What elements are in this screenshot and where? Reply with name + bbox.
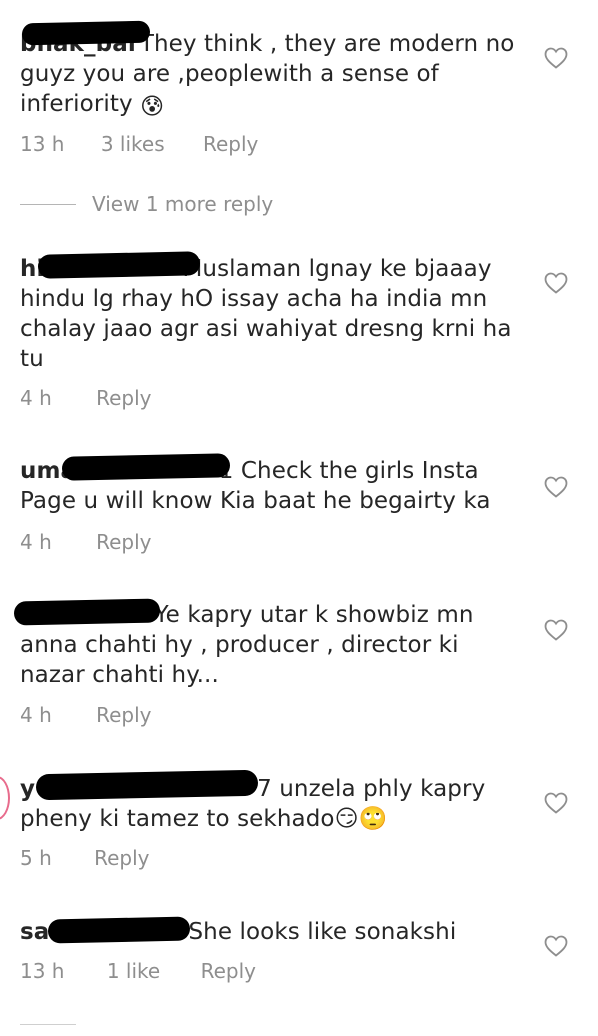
smirk-eyeroll-emoji: 😏🙄 (334, 806, 388, 832)
heart-outline-icon[interactable] (544, 935, 568, 957)
comment-time: 5 h (20, 846, 52, 870)
comment-meta: 4 h Reply (20, 386, 152, 410)
view-more-label[interactable]: View 1 more reply (92, 192, 273, 216)
comment-time: 4 h (20, 703, 52, 727)
comment-meta: 4 h Reply (20, 703, 152, 727)
reply-button[interactable]: Reply (96, 530, 151, 554)
comment-meta: 5 h Reply (20, 846, 150, 870)
comment-meta: 13 h 1 like Reply (20, 959, 256, 983)
reply-button[interactable]: Reply (96, 703, 151, 727)
redaction-mark (61, 453, 231, 481)
redaction-mark (21, 20, 151, 46)
comment-time: 13 h (20, 959, 65, 983)
avatar-ring (0, 776, 10, 820)
comment-meta: 13 h 3 likes Reply (20, 132, 258, 156)
comment-username[interactable]: y (20, 776, 35, 802)
reply-button[interactable]: Reply (201, 959, 256, 983)
divider-line (20, 1024, 76, 1025)
redaction-mark (13, 598, 161, 626)
comment-time: 4 h (20, 530, 52, 554)
comment-time: 4 h (20, 386, 52, 410)
heart-outline-icon[interactable] (544, 619, 568, 641)
comment-time: 13 h (20, 132, 65, 156)
comment-likes[interactable]: 3 likes (101, 132, 165, 156)
heart-outline-icon[interactable] (544, 476, 568, 498)
comment-likes[interactable]: 1 like (107, 959, 160, 983)
reply-button[interactable]: Reply (96, 386, 151, 410)
redaction-mark (47, 916, 191, 944)
reply-button[interactable]: Reply (203, 132, 258, 156)
heart-outline-icon[interactable] (544, 792, 568, 814)
heart-outline-icon[interactable] (544, 272, 568, 294)
redaction-mark (37, 251, 201, 279)
reply-button[interactable]: Reply (94, 846, 149, 870)
view-more-replies[interactable]: View 1 more reply (20, 190, 273, 218)
comment-meta: 4 h Reply (20, 530, 152, 554)
redaction-mark (35, 769, 259, 801)
view-more-replies-partial[interactable] (20, 1016, 320, 1036)
fearful-face-emoji: 😰 (140, 94, 165, 120)
divider-line (20, 203, 76, 205)
comment-body: She looks like sonakshi (188, 919, 457, 945)
heart-outline-icon[interactable] (544, 47, 568, 69)
